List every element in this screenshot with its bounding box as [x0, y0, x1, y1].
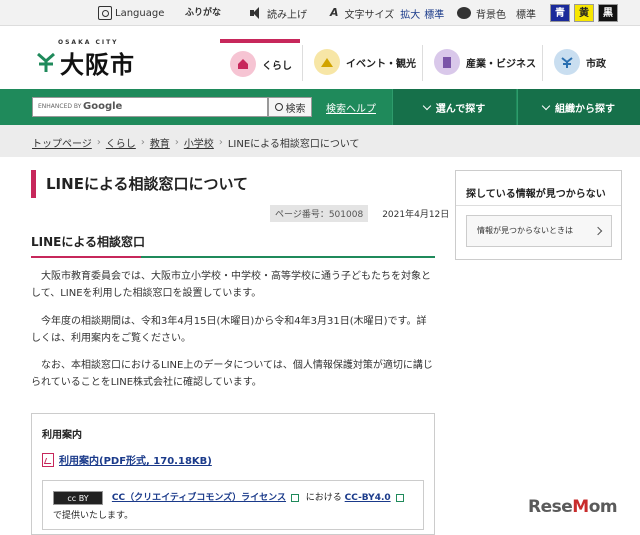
chevron-down-icon [541, 101, 551, 110]
site-logo[interactable]: 大阪市 [60, 45, 135, 80]
breadcrumb-separator-icon: › [218, 137, 223, 148]
resemom-watermark: ReseMom [528, 497, 618, 517]
bg-black-button[interactable]: 黒 [598, 4, 618, 22]
choose-search-label: 選んで探す [435, 103, 486, 115]
bg-standard-link[interactable]: 標準 [516, 6, 536, 21]
building-icon [434, 49, 460, 75]
bg-color-label: 背景色 [476, 9, 506, 21]
usage-guide-title: 利用案内 [42, 430, 82, 441]
page-number: ページ番号：501008 [270, 205, 369, 222]
choose-search-menu[interactable]: 選んで探す [392, 89, 516, 125]
read-aloud-label: 読み上げ [267, 9, 307, 21]
event-icon [314, 49, 340, 75]
nav-tab-events[interactable]: イベント・観光 [314, 39, 416, 85]
standard-size-link[interactable]: 標準 [424, 6, 444, 21]
cc-by-link[interactable]: CC-BY4.0 [345, 493, 391, 503]
search-button[interactable]: 検索 [268, 97, 312, 117]
site-search-input[interactable]: ENHANCED BY Google [32, 97, 268, 117]
nav-divider [302, 45, 303, 81]
nav-divider [542, 45, 543, 81]
language-icon [98, 6, 112, 20]
watermark-accent: M [572, 497, 589, 517]
not-found-help-button[interactable]: 情報が見つからないときは [466, 215, 612, 247]
house-icon [230, 51, 256, 77]
sidebar-divider [456, 205, 621, 206]
page-meta: ページ番号：501008 2021年4月12日 [270, 205, 449, 222]
watermark-prefix: Rese [528, 497, 573, 517]
pdf-link[interactable]: 利用案内(PDF形式, 170.18KB) [59, 452, 212, 467]
search-enhanced-label: ENHANCED BY [38, 103, 82, 110]
bg-blue-button[interactable]: 青 [550, 4, 570, 22]
google-logo: Google [83, 101, 123, 112]
intro-paragraph: 大阪市教育委員会では、大阪市立小学校・中学校・高等学校に通う子どもたちを対象とし… [31, 271, 431, 299]
external-link-icon [395, 493, 404, 502]
sidebar-help-box: 探している情報が見つからない 情報が見つからないときは [455, 170, 622, 260]
breadcrumb-elementary[interactable]: 小学校 [184, 135, 214, 150]
license-mid-text: における [305, 493, 342, 503]
pdf-download: 利用案内(PDF形式, 170.18KB) [42, 452, 212, 467]
publish-date: 2021年4月12日 [382, 210, 450, 220]
breadcrumb-current: LINEによる相談窓口について [227, 139, 360, 150]
language-link[interactable]: Language [98, 5, 164, 21]
text-size-control: A 文字サイズ 拡大 標準 [330, 5, 444, 21]
osaka-city-emblem-icon [37, 52, 55, 72]
furigana-icon: ふりがな [185, 8, 222, 18]
nav-tab-label: 市政 [586, 58, 606, 70]
cc-license-link[interactable]: CC（クリエイティブコモンズ）ライセンス [112, 493, 286, 503]
site-header: OSAKA CITY 大阪市 くらし イベント・観光 産業・ビジネス 市政 [0, 27, 640, 89]
nav-tab-label: 産業・ビジネス [466, 58, 536, 70]
search-button-label: 検索 [285, 103, 306, 115]
nav-tab-business[interactable]: 産業・ビジネス [434, 39, 536, 85]
period-paragraph: 今年度の相談期間は、令和3年4月15日(木曜日)から令和4年3月31日(木曜日)… [31, 316, 427, 344]
language-label: Language [115, 7, 165, 19]
palette-icon [457, 7, 471, 19]
text-size-label: 文字サイズ [344, 9, 395, 21]
nav-tab-label: くらし [262, 60, 292, 72]
external-link-icon [290, 493, 299, 502]
org-search-menu[interactable]: 組織から探す [517, 89, 640, 125]
enlarge-link[interactable]: 拡大 [400, 6, 420, 21]
search-help-link[interactable]: 検索ヘルプ [326, 100, 376, 115]
breadcrumb: トップページ › くらし › 教育 › 小学校 › LINEによる相談窓口につい… [0, 125, 640, 157]
cc-by-badge-icon[interactable]: cc BY [53, 490, 103, 505]
nav-tab-city-government[interactable]: 市政 [554, 39, 606, 85]
section-heading: LINEによる相談窓口 [31, 230, 435, 258]
breadcrumb-education[interactable]: 教育 [150, 135, 170, 150]
speaker-icon [250, 6, 262, 20]
license-tail-text: で提供いたします。 [53, 511, 134, 521]
watermark-suffix: om [588, 497, 618, 517]
chevron-down-icon [422, 101, 431, 110]
breadcrumb-separator-icon: › [174, 137, 179, 148]
city-icon [554, 49, 580, 75]
bg-color-control: 背景色 標準 [457, 5, 536, 21]
usage-guide-box: 利用案内 利用案内(PDF形式, 170.18KB) cc BY CC（クリエイ… [31, 413, 435, 535]
furigana-link[interactable]: ふりがな [185, 5, 224, 21]
breadcrumb-kurashi[interactable]: くらし [106, 135, 136, 150]
org-search-label: 組織から探す [555, 103, 615, 115]
bg-yellow-button[interactable]: 黄 [574, 4, 594, 22]
read-aloud-link[interactable]: 読み上げ [250, 5, 307, 21]
license-notice: cc BY CC（クリエイティブコモンズ）ライセンス における CC-BY4.0… [42, 480, 424, 530]
sidebar-title: 探している情報が見つからない [466, 189, 606, 200]
nav-divider [422, 45, 423, 81]
nav-tab-label: イベント・観光 [346, 58, 416, 70]
privacy-paragraph: なお、本相談窓口におけるLINE上のデータについては、個人情報保護対策が適切に講… [31, 360, 433, 388]
breadcrumb-separator-icon: › [96, 137, 101, 148]
page-title: LINEによる相談窓口について [31, 170, 435, 198]
breadcrumb-separator-icon: › [140, 137, 145, 148]
not-found-help-label: 情報が見つからないときは [477, 226, 573, 235]
breadcrumb-top[interactable]: トップページ [32, 135, 92, 150]
text-size-icon: A [330, 6, 339, 19]
utility-bar: Language ふりがな 読み上げ A 文字サイズ 拡大 標準 背景色 標準 … [0, 0, 640, 26]
chevron-right-icon [593, 226, 603, 236]
nav-tab-kurashi[interactable]: くらし [220, 39, 300, 85]
search-nav-bar: ENHANCED BY Google 検索 検索ヘルプ 選んで探す 組織から探す [0, 89, 640, 125]
pdf-icon [42, 452, 54, 467]
search-icon [274, 103, 283, 111]
